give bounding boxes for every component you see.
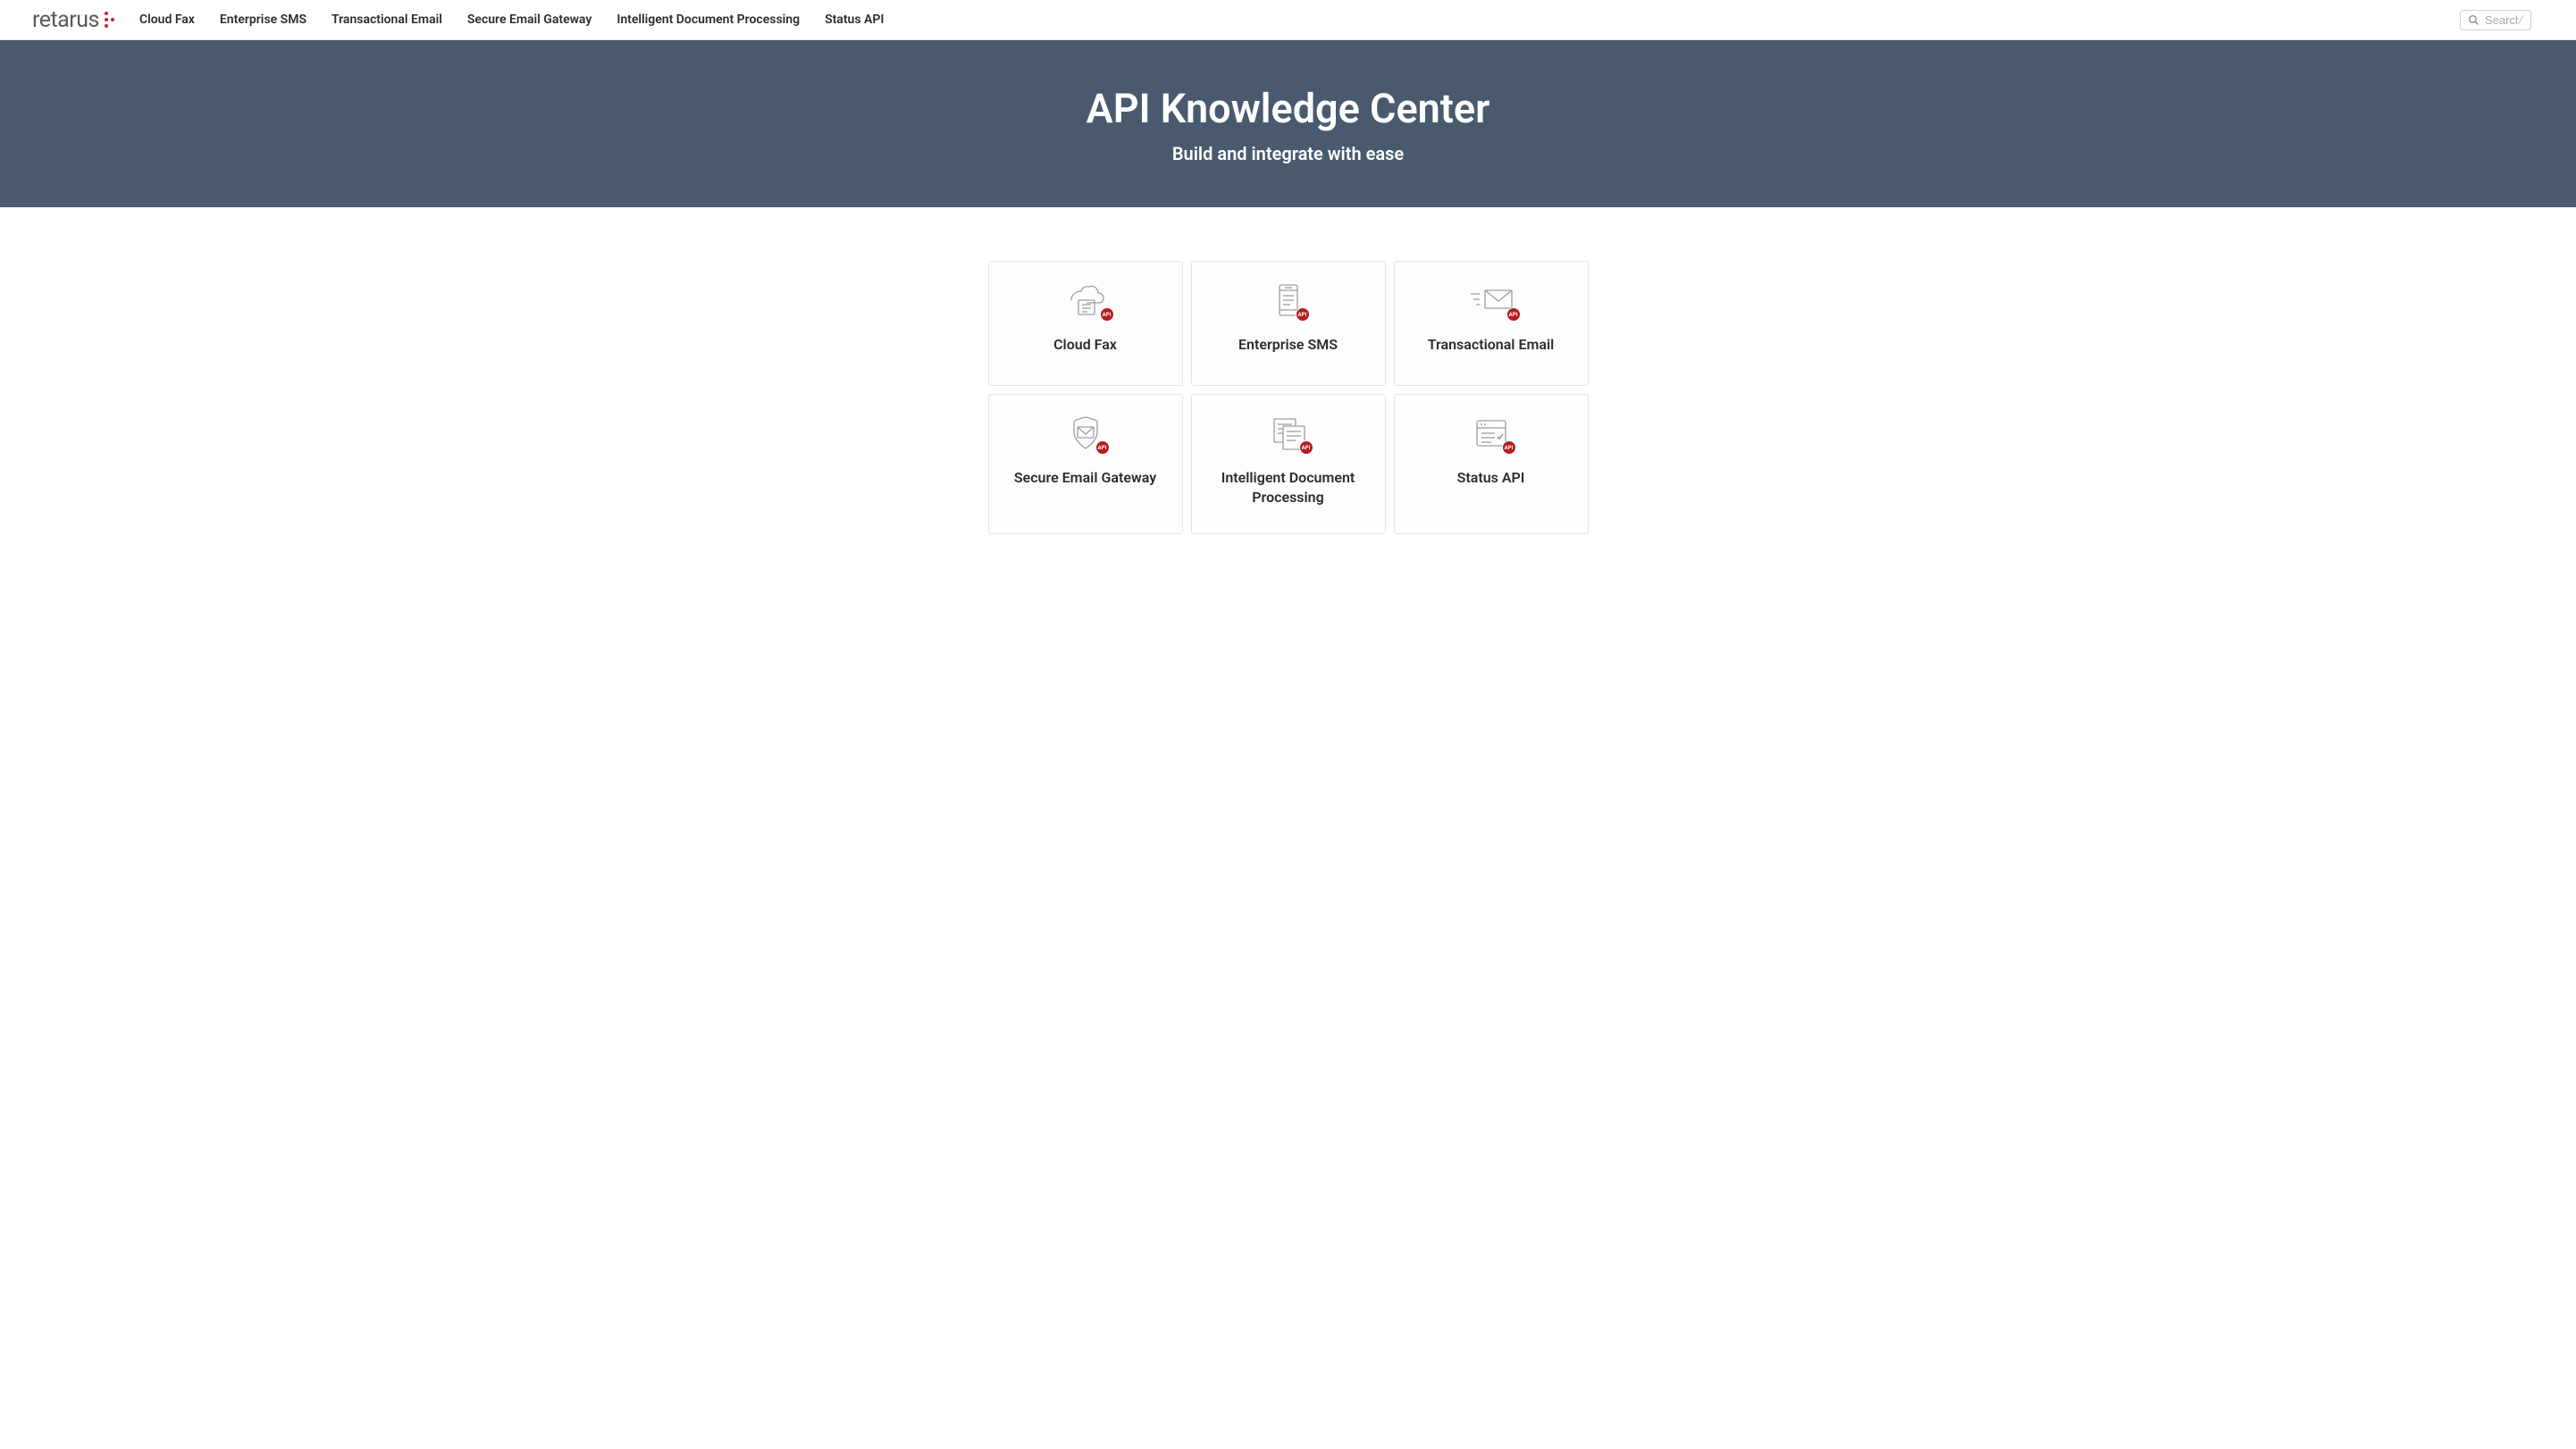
- search-icon: [2468, 14, 2480, 26]
- hero-title: API Knowledge Center: [18, 85, 2558, 132]
- sms-icon: API: [1274, 281, 1303, 319]
- card-enterprise-sms[interactable]: API Enterprise SMS: [1191, 261, 1386, 386]
- card-transactional-email[interactable]: API Transactional Email: [1394, 261, 1589, 386]
- card-title: Intelligent Document Processing: [1208, 468, 1369, 508]
- card-title: Transactional Email: [1428, 335, 1555, 355]
- logo[interactable]: retarus: [32, 7, 114, 33]
- api-badge: API: [1296, 307, 1310, 322]
- cards-grid: API Cloud Fax API Enterprise SMS: [988, 261, 1589, 534]
- hero-subtitle: Build and integrate with ease: [18, 143, 2558, 164]
- search-box[interactable]: /: [2460, 10, 2531, 30]
- api-badge: API: [1506, 307, 1521, 322]
- email-icon: API: [1469, 281, 1514, 319]
- status-icon: API: [1473, 415, 1509, 452]
- card-cloud-fax[interactable]: API Cloud Fax: [988, 261, 1183, 386]
- api-badge: API: [1502, 440, 1516, 455]
- nav-item-status-api[interactable]: Status API: [825, 13, 884, 27]
- main-header: retarus Cloud Fax Enterprise SMS Transac…: [0, 0, 2576, 40]
- shield-icon: API: [1069, 415, 1103, 452]
- card-title: Enterprise SMS: [1238, 335, 1338, 355]
- api-badge: API: [1100, 307, 1114, 322]
- nav-item-intelligent-document-processing[interactable]: Intelligent Document Processing: [617, 13, 800, 27]
- fax-icon: API: [1064, 281, 1107, 319]
- search-input[interactable]: [2485, 13, 2519, 27]
- card-title: Secure Email Gateway: [1014, 468, 1156, 488]
- hero-section: API Knowledge Center Build and integrate…: [0, 40, 2576, 207]
- primary-nav: Cloud Fax Enterprise SMS Transactional E…: [139, 13, 884, 27]
- card-secure-email-gateway[interactable]: API Secure Email Gateway: [988, 394, 1183, 534]
- logo-dots-icon: [105, 12, 114, 28]
- card-title: Cloud Fax: [1053, 335, 1117, 355]
- card-title: Status API: [1457, 468, 1525, 488]
- api-badge: API: [1299, 440, 1313, 455]
- nav-item-cloud-fax[interactable]: Cloud Fax: [139, 13, 195, 27]
- document-icon: API: [1271, 415, 1306, 452]
- cards-section: API Cloud Fax API Enterprise SMS: [0, 207, 2576, 588]
- nav-item-transactional-email[interactable]: Transactional Email: [331, 13, 442, 27]
- search-shortcut-hint: /: [2519, 13, 2523, 27]
- card-intelligent-document-processing[interactable]: API Intelligent Document Processing: [1191, 394, 1386, 534]
- nav-item-enterprise-sms[interactable]: Enterprise SMS: [220, 13, 306, 27]
- api-badge: API: [1095, 440, 1110, 455]
- logo-text: retarus: [32, 7, 99, 33]
- card-status-api[interactable]: API Status API: [1394, 394, 1589, 534]
- nav-item-secure-email-gateway[interactable]: Secure Email Gateway: [467, 13, 592, 27]
